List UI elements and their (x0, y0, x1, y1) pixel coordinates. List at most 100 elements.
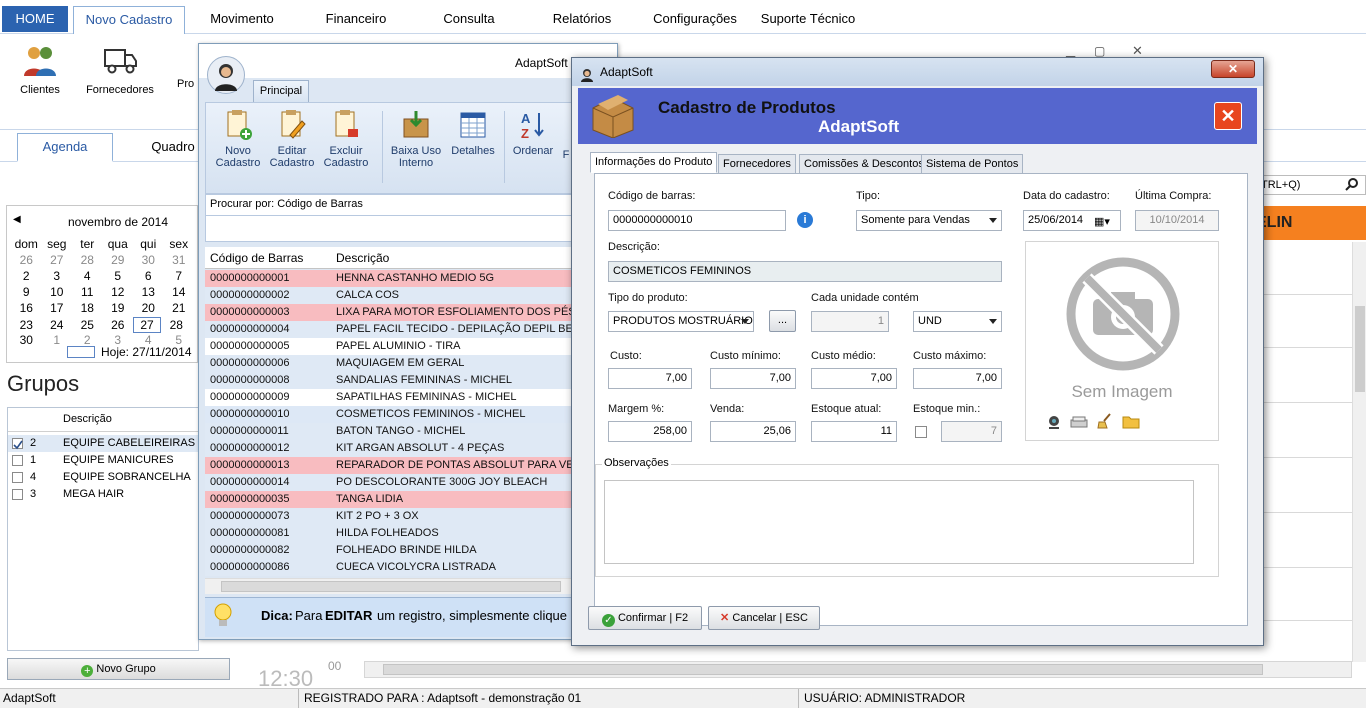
grupo-row[interactable]: 1 EQUIPE MANICURES (8, 452, 198, 469)
tab-comissoes[interactable]: Comissões & Descontos (799, 154, 929, 174)
today-link[interactable]: Hoje: 27/11/2014 (101, 345, 192, 359)
table-row[interactable]: 0000000000001 HENNA CASTANHO MEDIO 5G (205, 270, 615, 287)
menu-consulta[interactable]: Consulta (430, 6, 508, 34)
calendar-day[interactable]: 31 (164, 253, 195, 267)
folder-icon[interactable] (1122, 414, 1140, 433)
cada-unidade-input[interactable]: 1 (811, 311, 889, 332)
baixa-uso-interno-button[interactable]: Baixa Uso Interno (386, 109, 446, 169)
calendar-day[interactable]: 12 (103, 285, 134, 299)
agenda-hscroll[interactable] (364, 661, 1352, 678)
calendar-day[interactable]: 3 (42, 269, 73, 283)
calendar-day[interactable]: 26 (103, 318, 134, 332)
editar-cadastro-button[interactable]: Editar Cadastro (264, 109, 320, 169)
calendar-day[interactable]: 27 (42, 253, 73, 267)
custo-input[interactable]: 7,00 (608, 368, 692, 389)
excluir-cadastro-button[interactable]: Excluir Cadastro (318, 109, 374, 169)
calendar-day-today[interactable]: 27 (133, 317, 161, 333)
produtos-button[interactable]: Pro (168, 42, 198, 90)
venda-input[interactable]: 25,06 (710, 421, 796, 442)
unidade-select[interactable]: UND (913, 311, 1002, 332)
tab-quadro[interactable]: Quadro (140, 134, 206, 162)
observacoes-textarea[interactable] (604, 480, 1194, 564)
table-row[interactable]: 0000000000004 PAPEL FACIL TECIDO - DEPILA… (205, 321, 615, 338)
menu-configuracoes[interactable]: Configurações (645, 6, 745, 34)
calendar-day[interactable]: 2 (72, 333, 103, 347)
grupo-checkbox[interactable] (12, 455, 23, 466)
grupo-checkbox[interactable] (12, 489, 23, 500)
novo-grupo-button[interactable]: + Novo Grupo (7, 658, 230, 680)
info-icon[interactable]: i (797, 212, 813, 228)
confirmar-button[interactable]: ✓ Confirmar | F2 (588, 606, 702, 630)
table-row[interactable]: 0000000000005 PAPEL ALUMINIO - TIRA (205, 338, 615, 355)
calendar-day[interactable]: 28 (161, 318, 192, 332)
calendar-day[interactable]: 29 (103, 253, 134, 267)
menu-movimento[interactable]: Movimento (196, 6, 288, 34)
calendar-day[interactable]: 14 (164, 285, 195, 299)
minimize-icon[interactable]: ▁ (1066, 44, 1075, 58)
table-row[interactable]: 0000000000011 BATON TANGO - MICHEL (205, 423, 615, 440)
table-row[interactable]: 0000000000010 COSMETICOS FEMININOS - MICH… (205, 406, 615, 423)
menu-novo-cadastro[interactable]: Novo Cadastro (73, 6, 185, 34)
tab-agenda[interactable]: Agenda (17, 133, 113, 162)
calendar-day[interactable]: 1 (42, 333, 73, 347)
month-calendar[interactable]: ◀ novembro de 2014 dom seg ter qua qui sex 26… (6, 205, 198, 363)
agenda-vscroll[interactable] (1352, 242, 1366, 662)
table-row[interactable]: 0000000000009 SAPATILHAS FEMININAS - MICH… (205, 389, 615, 406)
scanner-icon[interactable] (1070, 414, 1088, 433)
table-row[interactable]: 0000000000086 CUECA VICOLYCRA LISTRADA (205, 559, 615, 576)
grupo-checkbox[interactable] (12, 472, 23, 483)
table-row[interactable]: 0000000000082 FOLHEADO BRINDE HILDA (205, 542, 615, 559)
tab-informacoes[interactable]: Informações do Produto (590, 152, 718, 173)
calendar-day[interactable]: 5 (103, 269, 134, 283)
calendar-day[interactable]: 20 (133, 301, 164, 315)
calendar-day[interactable]: 21 (164, 301, 195, 315)
grupo-row[interactable]: 2 EQUIPE CABELEIREIRAS (8, 435, 198, 452)
calendar-day[interactable]: 28 (72, 253, 103, 267)
webcam-icon[interactable] (1046, 414, 1062, 433)
custo-maximo-input[interactable]: 7,00 (913, 368, 1002, 389)
calendar-day[interactable]: 18 (72, 301, 103, 315)
menu-home[interactable]: HOME (2, 6, 68, 32)
calendar-day[interactable]: 23 (11, 318, 42, 332)
table-row[interactable]: 0000000000013 REPARADOR DE PONTAS ABSOLUT… (205, 457, 615, 474)
calendar-day[interactable]: 25 (72, 318, 103, 332)
detalhes-button[interactable]: Detalhes (446, 109, 500, 157)
descricao-input[interactable]: COSMETICOS FEMININOS (608, 261, 1002, 282)
table-row[interactable]: 0000000000003 LIXA PARA MOTOR ESFOLIAMENT… (205, 304, 615, 321)
calendar-day[interactable]: 2 (11, 269, 42, 283)
calendar-day[interactable]: 11 (72, 285, 103, 299)
calendar-day[interactable]: 17 (42, 301, 73, 315)
header-close-button[interactable]: ✕ (1214, 102, 1242, 130)
table-row[interactable]: 0000000000035 TANGA LIDIA (205, 491, 615, 508)
col-descricao[interactable]: Descrição (336, 247, 389, 269)
table-row[interactable]: 0000000000012 KIT ARGAN ABSOLUT - 4 PEÇAS (205, 440, 615, 457)
calendar-day[interactable]: 9 (11, 285, 42, 299)
calendar-day[interactable]: 16 (11, 301, 42, 315)
menu-relatorios[interactable]: Relatórios (540, 6, 624, 34)
table-row[interactable]: 0000000000006 MAQUIAGEM EM GERAL (205, 355, 615, 372)
calendar-day[interactable]: 26 (11, 253, 42, 267)
fornecedores-button[interactable]: Fornecedores (84, 42, 156, 96)
clientes-button[interactable]: Clientes (10, 42, 70, 96)
calendar-day[interactable]: 19 (103, 301, 134, 315)
grid-hscroll[interactable] (205, 578, 615, 594)
dialog-close-button[interactable]: ✕ (1211, 60, 1255, 78)
calendar-day[interactable]: 4 (72, 269, 103, 283)
calendar-day[interactable]: 24 (42, 318, 73, 332)
custo-minimo-input[interactable]: 7,00 (710, 368, 796, 389)
custo-medio-input[interactable]: 7,00 (811, 368, 897, 389)
menu-financeiro[interactable]: Financeiro (312, 6, 400, 34)
tipo-produto-select[interactable]: PRODUTOS MOSTRUÁRIO (608, 311, 754, 332)
calendar-day[interactable]: 6 (133, 269, 164, 283)
grupo-row[interactable]: 3 MEGA HAIR (8, 486, 198, 503)
data-cadastro-input[interactable]: 25/06/2014 ▦▾ (1023, 210, 1121, 231)
col-codigo[interactable]: Código de Barras (210, 247, 303, 269)
calendar-day[interactable]: 10 (42, 285, 73, 299)
broom-icon[interactable] (1096, 412, 1114, 433)
table-row[interactable]: 0000000000081 HILDA FOLHEADOS (205, 525, 615, 542)
novo-cadastro-button[interactable]: Novo Cadastro (210, 109, 266, 169)
maximize-icon[interactable]: ▢ (1094, 44, 1105, 58)
calendar-day[interactable]: 13 (133, 285, 164, 299)
tab-fornecedores[interactable]: Fornecedores (718, 154, 796, 174)
agenda-grid[interactable] (1256, 242, 1352, 682)
